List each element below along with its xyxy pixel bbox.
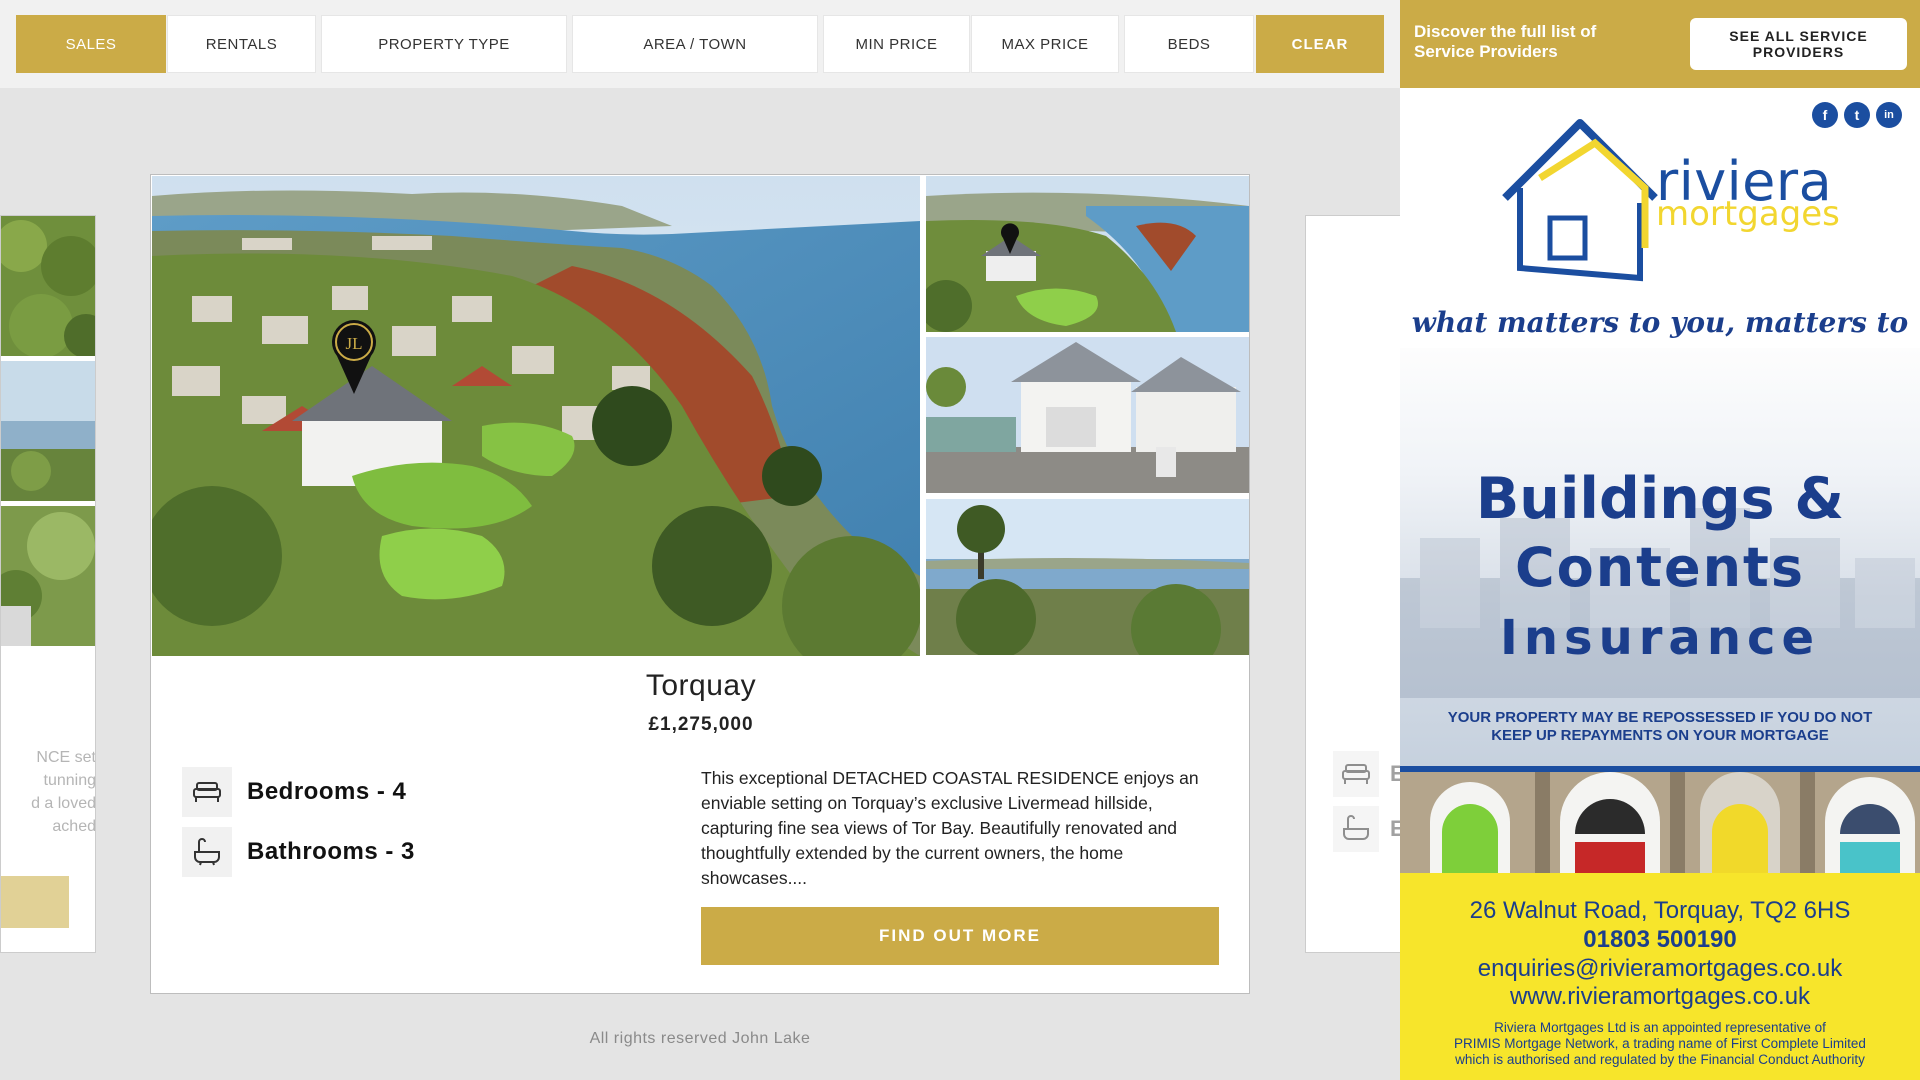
facebook-icon[interactable]: f: [1812, 102, 1838, 128]
find-out-more-button[interactable]: FIND OUT MORE: [701, 907, 1219, 965]
see-all-line: SEE ALL SERVICE: [1729, 28, 1868, 44]
brand-mortgages: mortgages: [1656, 194, 1840, 234]
headline-buildings: Buildings &: [1475, 466, 1845, 532]
filter-area-town-button[interactable]: AREA / TOWN: [572, 15, 818, 73]
snippet-line: NCE set: [36, 749, 96, 766]
listing-description: This exceptional DETACHED COASTAL RESIDE…: [701, 768, 1199, 888]
thumbnail-sea-view[interactable]: [926, 499, 1249, 655]
insurance-panel: Buildings & Contents Insurance YOUR PROP…: [1400, 348, 1920, 766]
headline-insurance: Insurance: [1499, 610, 1820, 666]
advert-email[interactable]: enquiries@rivieramortgages.co.uk: [1400, 955, 1920, 983]
previous-listing-find-out-more-button[interactable]: [1, 876, 69, 928]
filter-property-type-button[interactable]: PROPERTY TYPE: [321, 15, 567, 73]
snippet-line: tunning: [43, 772, 96, 789]
advert-address: 26 Walnut Road, Torquay, TQ2 6HS: [1469, 897, 1851, 924]
advert-legal: Riviera Mortgages Ltd is an appointed re…: [1400, 1020, 1920, 1068]
bath-icon: [182, 827, 232, 877]
bed-icon: [182, 767, 232, 817]
bath-icon: [1333, 806, 1379, 852]
filter-sales-button[interactable]: SALES: [16, 15, 166, 73]
advert-website[interactable]: www.rivieramortgages.co.uk: [1400, 983, 1920, 1011]
legal-line: Riviera Mortgages Ltd is an appointed re…: [1494, 1020, 1826, 1035]
property-listing-card: JL Torquay £1,275,000 Bedrooms - 4 Bathr…: [150, 174, 1250, 994]
thumbnail-aerial[interactable]: [926, 176, 1249, 332]
bedrooms-label: Bedrooms - 4: [247, 778, 407, 805]
filter-rentals-button[interactable]: RENTALS: [167, 15, 316, 73]
next-listing-card[interactable]: E E: [1305, 215, 1405, 953]
filter-bar: SALES RENTALS PROPERTY TYPE AREA / TOWN …: [0, 0, 1400, 88]
map-pin-initials: JL: [346, 334, 363, 353]
discover-line: Discover the full list of: [1414, 22, 1597, 41]
linkedin-icon[interactable]: in: [1876, 102, 1902, 128]
see-all-service-providers-button[interactable]: SEE ALL SERVICE PROVIDERS: [1690, 18, 1907, 70]
see-all-line: PROVIDERS: [1752, 44, 1845, 60]
filter-clear-button[interactable]: CLEAR: [1256, 15, 1384, 73]
main-property-photo[interactable]: JL: [152, 176, 920, 656]
warning-line: KEEP UP REPAYMENTS ON YOUR MORTGAGE: [1491, 727, 1829, 744]
contact-panel: 26 Walnut Road, Torquay, TQ2 6HS 01803 5…: [1400, 873, 1920, 1080]
previous-listing-card[interactable]: NCE set tunning d a loved ached: [0, 215, 96, 953]
snippet-line: ached: [52, 818, 96, 835]
discover-text: Discover the full list of Service Provid…: [1414, 22, 1596, 62]
legal-line: which is authorised and regulated by the…: [1455, 1052, 1865, 1067]
filter-min-price-button[interactable]: MIN PRICE: [823, 15, 970, 73]
footer-copyright: All rights reserved John Lake: [589, 1030, 811, 1047]
filter-beds-button[interactable]: BEDS: [1124, 15, 1254, 73]
discover-line: Service Providers: [1414, 42, 1558, 61]
service-providers-banner: Discover the full list of Service Provid…: [1400, 0, 1920, 88]
headline-contents: Contents: [1514, 536, 1805, 599]
bathrooms-label: Bathrooms - 3: [247, 838, 415, 865]
snippet-line: d a loved: [31, 795, 96, 812]
warning-line: YOUR PROPERTY MAY BE REPOSSESSED IF YOU …: [1447, 709, 1873, 726]
twitter-icon[interactable]: t: [1844, 102, 1870, 128]
repossession-warning: YOUR PROPERTY MAY BE REPOSSESSED IF YOU …: [1400, 709, 1920, 745]
previous-listing-photo-3: [1, 506, 95, 646]
previous-listing-snippet: NCE set tunning d a loved ached: [1, 746, 96, 838]
filter-max-price-button[interactable]: MAX PRICE: [971, 15, 1119, 73]
previous-listing-photo-1: [1, 216, 95, 358]
bed-icon: [1333, 751, 1379, 797]
legal-line: PRIMIS Mortgage Network, a trading name …: [1454, 1036, 1866, 1051]
listing-title: Torquay: [645, 669, 757, 702]
previous-listing-photo-2: [1, 361, 95, 501]
listing-price: £1,275,000: [648, 714, 754, 735]
advert-phone[interactable]: 01803 500190: [1400, 926, 1920, 954]
house-logo-icon: [1502, 119, 1658, 282]
thumbnail-house-front[interactable]: [926, 337, 1249, 493]
riviera-mortgages-advert[interactable]: f t in riviera mortgages what matters to…: [1400, 88, 1920, 1080]
